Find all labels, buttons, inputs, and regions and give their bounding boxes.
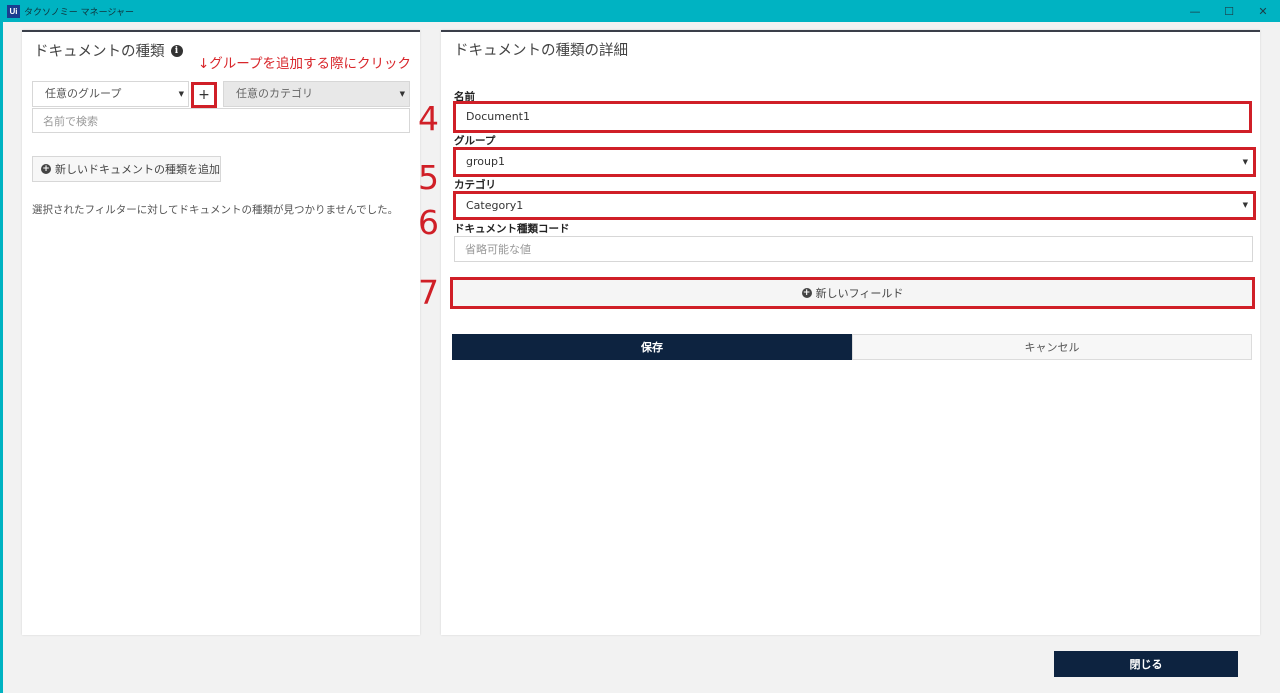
- plus-circle-icon: +: [801, 288, 812, 298]
- category-select[interactable]: Category1 ▼: [453, 191, 1256, 220]
- window-border: [0, 22, 3, 693]
- search-input[interactable]: 名前で検索: [32, 108, 410, 133]
- category-filter-select[interactable]: 任意のカテゴリ ▼: [223, 81, 410, 107]
- chevron-down-icon: ▼: [399, 90, 405, 98]
- new-field-label: 新しいフィールド: [815, 287, 904, 300]
- minimize-button[interactable]: —: [1178, 0, 1212, 22]
- annotation-number-4: 4: [418, 99, 439, 138]
- document-type-code-input[interactable]: 省略可能な値: [454, 236, 1253, 262]
- details-title: ドキュメントの種類の詳細: [454, 43, 628, 59]
- close-button[interactable]: 閉じる: [1054, 651, 1238, 677]
- save-button[interactable]: 保存: [452, 334, 852, 360]
- group-value: group1: [466, 155, 505, 168]
- info-icon[interactable]: i: [170, 44, 183, 57]
- category-value: Category1: [466, 199, 524, 212]
- code-placeholder: 省略可能な値: [465, 243, 531, 256]
- group-select[interactable]: group1 ▼: [453, 147, 1256, 177]
- group-label: グループ: [454, 135, 496, 147]
- title-bar: Ui タクソノミー マネージャー — ☐ ✕: [0, 0, 1280, 22]
- document-types-title-text: ドキュメントの種類: [34, 44, 165, 60]
- annotation-number-5: 5: [418, 158, 439, 197]
- chevron-down-icon: ▼: [178, 90, 184, 98]
- window-controls: — ☐ ✕: [1178, 0, 1280, 22]
- group-filter-value: 任意のグループ: [45, 87, 122, 100]
- search-placeholder: 名前で検索: [43, 114, 98, 128]
- annotation-number-7: 7: [418, 273, 439, 312]
- chevron-down-icon: ▼: [1242, 201, 1248, 209]
- app-logo-icon: Ui: [7, 4, 20, 18]
- document-type-code-label: ドキュメント種類コード: [454, 223, 570, 235]
- annotation-number-6: 6: [418, 203, 439, 242]
- name-input[interactable]: Document1: [453, 101, 1252, 133]
- document-types-title: ドキュメントの種類 i: [34, 40, 183, 61]
- maximize-button[interactable]: ☐: [1212, 0, 1246, 22]
- category-filter-value: 任意のカテゴリ: [236, 87, 313, 100]
- annotation-add-group-hint: ↓グループを追加する際にクリック: [198, 56, 412, 72]
- close-window-button[interactable]: ✕: [1246, 0, 1280, 22]
- name-value: Document1: [466, 110, 530, 123]
- add-group-button[interactable]: +: [191, 82, 217, 108]
- empty-message: 選択されたフィルターに対してドキュメントの種類が見つかりませんでした。: [32, 204, 399, 216]
- new-field-button[interactable]: + 新しいフィールド: [450, 277, 1255, 309]
- category-label: カテゴリ: [454, 179, 496, 191]
- group-filter-select[interactable]: 任意のグループ ▼: [32, 81, 189, 107]
- add-document-type-button[interactable]: + 新しいドキュメントの種類を追加: [32, 156, 221, 182]
- cancel-button[interactable]: キャンセル: [852, 334, 1252, 360]
- chevron-down-icon: ▼: [1242, 158, 1248, 166]
- window-title: タクソノミー マネージャー: [24, 7, 134, 18]
- add-document-type-label: 新しいドキュメントの種類を追加: [55, 163, 220, 176]
- plus-circle-icon: +: [41, 164, 51, 174]
